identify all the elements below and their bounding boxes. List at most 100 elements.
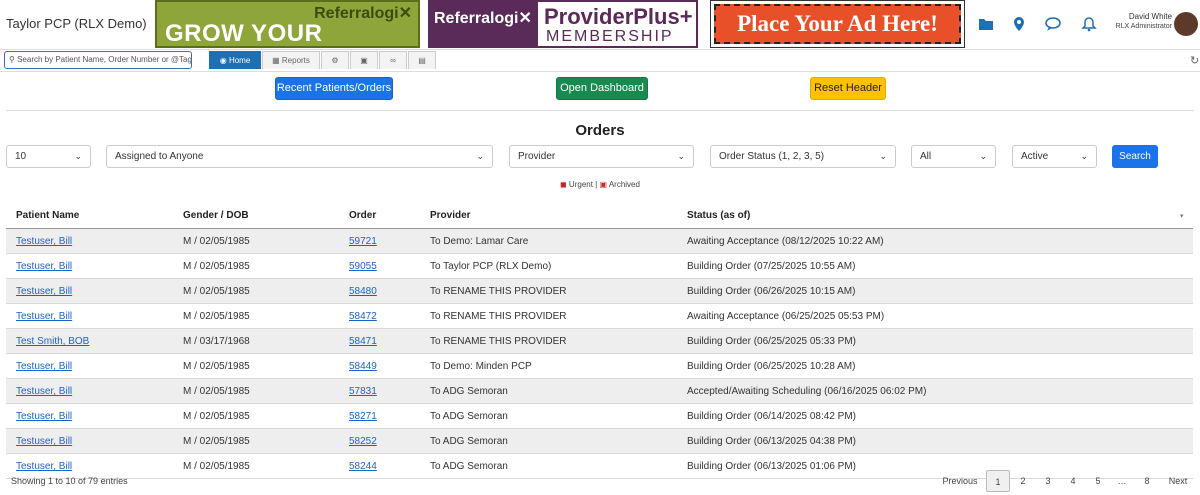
patient-name-link[interactable]: Testuser, Bill <box>16 261 72 272</box>
order-status: Building Order (06/26/2025 10:15 AM) <box>687 286 856 297</box>
avatar[interactable] <box>1174 12 1198 36</box>
col-order[interactable]: Order <box>349 210 376 221</box>
order-status-select[interactable]: Order Status (1, 2, 3, 5) ⌄ <box>710 145 896 168</box>
scope-value: All <box>920 151 932 162</box>
page-button[interactable]: 5 <box>1087 470 1109 492</box>
legend: ◼ Urgent | ▣ Archived <box>0 180 1200 189</box>
refresh-icon[interactable]: ↻ <box>1190 54 1199 67</box>
table-row[interactable]: Testuser, Bill M / 02/05/1985 59721 To Demo… <box>6 229 1193 254</box>
order-number-link[interactable]: 58449 <box>349 361 377 372</box>
table-row[interactable]: Testuser, Bill M / 02/05/1985 58480 To RENA… <box>6 279 1193 304</box>
ad-provider-plus[interactable]: Referralogi✕ ProviderPlus+ MEMBERSHIP <box>428 0 698 48</box>
search-input[interactable]: ⚲ Search by Patient Name, Order Number o… <box>4 51 192 69</box>
chat-icon[interactable] <box>1045 16 1061 32</box>
order-number-link[interactable]: 58471 <box>349 336 377 347</box>
page-title: Orders <box>575 122 625 139</box>
tab-links[interactable]: ∞ <box>379 51 407 69</box>
table-row[interactable]: Test Smith, BOB M / 03/17/1968 58471 To REN… <box>6 329 1193 354</box>
patient-name-link[interactable]: Testuser, Bill <box>16 286 72 297</box>
patient-name-link[interactable]: Testuser, Bill <box>16 436 72 447</box>
tab-home-label: Home <box>228 56 251 65</box>
provider-name: To ADG Semoran <box>430 386 508 397</box>
table-row[interactable]: Testuser, Bill M / 02/05/1985 58252 To ADG … <box>6 429 1193 454</box>
order-number-link[interactable]: 58244 <box>349 461 377 472</box>
order-number-link[interactable]: 58271 <box>349 411 377 422</box>
order-number-link[interactable]: 57831 <box>349 386 377 397</box>
open-dashboard-button[interactable]: Open Dashboard <box>556 77 648 100</box>
reset-header-button[interactable]: Reset Header <box>810 77 886 100</box>
active-select[interactable]: Active ⌄ <box>1012 145 1097 168</box>
gender-dob: M / 02/05/1985 <box>183 411 250 422</box>
sort-icon[interactable]: ▾ <box>1180 212 1184 220</box>
patient-name-link[interactable]: Testuser, Bill <box>16 236 72 247</box>
order-status: Accepted/Awaiting Scheduling (06/16/2025… <box>687 386 927 397</box>
user-info[interactable]: David White RLX Administrator <box>1100 12 1172 30</box>
tab-reports-label: Reports <box>281 56 310 65</box>
gender-dob: M / 03/17/1968 <box>183 336 250 347</box>
legend-separator: | <box>595 180 598 189</box>
next-page-button[interactable]: Next <box>1163 470 1193 492</box>
patient-name-link[interactable]: Testuser, Bill <box>16 361 72 372</box>
col-patient-name[interactable]: Patient Name <box>16 210 79 221</box>
search-placeholder: Search by Patient Name, Order Number or … <box>17 55 192 64</box>
shield-icon: ◼ <box>560 180 567 189</box>
col-status[interactable]: Status (as of) <box>687 210 750 221</box>
previous-page-button[interactable]: Previous <box>941 470 979 492</box>
page-button[interactable]: 2 <box>1012 470 1034 492</box>
patient-name-link[interactable]: Test Smith, BOB <box>16 336 89 347</box>
folder-icon[interactable] <box>978 16 994 32</box>
table-info: Showing 1 to 10 of 79 entries <box>11 476 128 486</box>
legend-urgent: Urgent <box>568 180 593 189</box>
page-button[interactable]: 8 <box>1136 470 1158 492</box>
tab-settings[interactable]: ⚙ <box>321 51 349 69</box>
location-pin-icon[interactable] <box>1011 16 1027 32</box>
page-button[interactable]: 3 <box>1037 470 1059 492</box>
chevron-down-icon: ⌄ <box>476 151 484 161</box>
ad-grow-network[interactable]: Referralogi✕ GROW YOUR NETWORK! <box>155 0 420 48</box>
brand-title[interactable]: Taylor PCP (RLX Demo) <box>6 16 147 31</box>
order-number-link[interactable]: 58480 <box>349 286 377 297</box>
tab-id[interactable]: ▤ <box>408 51 436 69</box>
page-size-select[interactable]: 10 ⌄ <box>6 145 91 168</box>
page-button[interactable]: … <box>1111 470 1133 492</box>
col-provider[interactable]: Provider <box>430 210 471 221</box>
bell-icon[interactable] <box>1081 16 1097 32</box>
patient-name-link[interactable]: Testuser, Bill <box>16 386 72 397</box>
table-row[interactable]: Testuser, Bill M / 02/05/1985 58449 To Demo… <box>6 354 1193 379</box>
page-button[interactable]: 4 <box>1062 470 1084 492</box>
col-gender-dob[interactable]: Gender / DOB <box>183 210 249 221</box>
order-status: Building Order (06/13/2025 01:06 PM) <box>687 461 856 472</box>
scope-select[interactable]: All ⌄ <box>911 145 996 168</box>
archive-icon: ▣ <box>599 180 608 189</box>
ad-place-your-ad[interactable]: Place Your Ad Here! <box>710 0 965 48</box>
order-number-link[interactable]: 59721 <box>349 236 377 247</box>
chevron-down-icon: ⌄ <box>879 151 887 161</box>
tab-home[interactable]: ◉ Home <box>209 51 261 69</box>
table-row[interactable]: Testuser, Bill M / 02/05/1985 59055 To Tayl… <box>6 254 1193 279</box>
gender-dob: M / 02/05/1985 <box>183 236 250 247</box>
table-row[interactable]: Testuser, Bill M / 02/05/1985 58271 To ADG … <box>6 404 1193 429</box>
patient-name-link[interactable]: Testuser, Bill <box>16 461 72 472</box>
tab-shipping[interactable]: ▣ <box>350 51 378 69</box>
patient-name-link[interactable]: Testuser, Bill <box>16 411 72 422</box>
table-row[interactable]: Testuser, Bill M / 02/05/1985 57831 To ADG … <box>6 379 1193 404</box>
order-number-link[interactable]: 58472 <box>349 311 377 322</box>
provider-name: To Demo: Minden PCP <box>430 361 532 372</box>
recent-patients-button[interactable]: Recent Patients/Orders <box>275 77 393 100</box>
order-number-link[interactable]: 59055 <box>349 261 377 272</box>
patient-name-link[interactable]: Testuser, Bill <box>16 311 72 322</box>
search-icon: ⚲ <box>9 55 15 64</box>
provider-name: To RENAME THIS PROVIDER <box>430 311 567 322</box>
provider-select[interactable]: Provider ⌄ <box>509 145 694 168</box>
tab-reports[interactable]: ▦ Reports <box>262 51 320 69</box>
page-button[interactable]: 1 <box>986 470 1010 492</box>
active-value: Active <box>1021 151 1049 162</box>
ad-place-text: Place Your Ad Here! <box>714 4 961 44</box>
chevron-down-icon: ⌄ <box>979 151 987 161</box>
assigned-select[interactable]: Assigned to Anyone ⌄ <box>106 145 493 168</box>
table-row[interactable]: Testuser, Bill M / 02/05/1985 58472 To RENA… <box>6 304 1193 329</box>
search-button[interactable]: Search <box>1112 145 1158 168</box>
order-number-link[interactable]: 58252 <box>349 436 377 447</box>
provider-name: To RENAME THIS PROVIDER <box>430 336 567 347</box>
order-status-value: Order Status (1, 2, 3, 5) <box>719 151 825 162</box>
